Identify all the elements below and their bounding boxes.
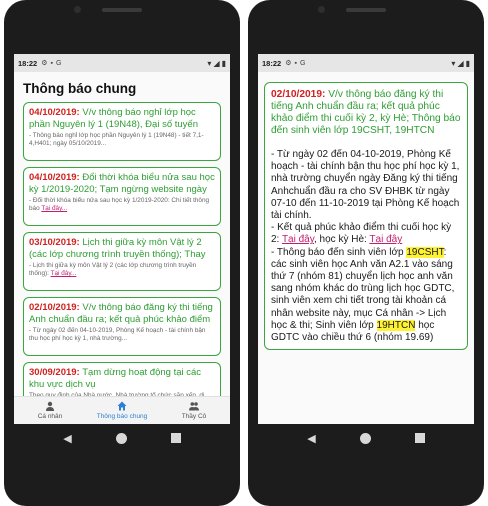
system-navigation-bar: ◀ [248,424,484,452]
card-date: 03/10/2019: [29,237,80,248]
detail-view: 02/10/2019: V/v thông báo đăng ký thi ti… [258,72,474,360]
detail-text: , học kỳ Hè: [314,234,370,246]
notification-list: 04/10/2019: V/v thông báo nghỉ lớp học p… [14,102,230,414]
tab-personal[interactable]: Cá nhân [14,397,86,424]
card-link[interactable]: Tại đây... [41,205,67,212]
back-icon[interactable]: ◀ [307,432,315,445]
tab-announcements[interactable]: Thông báo chung [86,397,158,424]
person-icon [46,401,54,411]
status-bar: 18:22 ⚙ ▪ G ▾ ◢ ▮ [258,54,474,72]
sim-icon: ▪ [294,59,297,67]
card-headline: 03/10/2019: Lịch thi giữa kỳ môn Vật lý … [29,237,215,260]
card-headline: 04/10/2019: V/v thông báo nghỉ lớp học p… [29,107,215,130]
settings-icon: ⚙ [285,60,292,67]
wifi-icon: ▾ [451,58,456,68]
card-link[interactable]: Tại đây... [51,270,77,277]
notification-card[interactable]: 03/10/2019: Lịch thi giữa kỳ môn Vật lý … [23,232,221,291]
speaker-grille [346,8,386,12]
detail-text: : các sinh viên học Anh văn A2.1 vào sán… [271,246,455,331]
settings-icon: ⚙ [41,60,48,67]
card-summary: - Từ ngày 02 đến 04-10-2019, Phòng Kế ho… [29,327,215,344]
system-navigation-bar: ◀ [4,424,240,452]
front-camera [74,6,81,13]
bottom-navigation: Cá nhân Thông báo chung Thầy Cô [14,396,230,424]
card-date: 02/10/2019: [29,302,80,313]
people-icon [189,402,199,411]
status-bar: 18:22 ⚙ ▪ G ▾ ◢ ▮ [14,54,230,72]
card-summary-text: - Từ ngày 02 đến 04-10-2019, Phòng Kế ho… [29,327,206,342]
wifi-icon: ▾ [207,58,212,68]
home-icon [117,401,127,411]
notification-card[interactable]: 04/10/2019: V/v thông báo nghỉ lớp học p… [23,102,221,161]
card-date: 04/10/2019: [29,107,80,118]
tab-teachers[interactable]: Thầy Cô [158,397,230,424]
back-icon[interactable]: ◀ [63,432,71,445]
notification-card[interactable]: 04/10/2019: Đổi thời khóa biểu nửa sau h… [23,167,221,226]
card-summary-text: - Thông báo nghỉ lớp học phần Nguyên lý … [29,132,204,147]
card-summary: - Đổi thời khóa biểu nửa sau học kỳ 1/20… [29,197,215,214]
highlighted-class-code: 19CSHT [406,246,444,258]
home-button-icon[interactable] [359,432,371,444]
notification-card[interactable]: 02/10/2019: V/v thông báo đăng ký thi ti… [23,297,221,356]
signal-icon: ◢ [457,58,464,68]
battery-icon: ▮ [465,58,470,68]
signal-icon: ◢ [213,58,220,68]
home-button-icon[interactable] [115,432,127,444]
card-headline: 04/10/2019: Đổi thời khóa biểu nửa sau h… [29,172,215,195]
google-icon: G [55,59,62,67]
left-screen: 18:22 ⚙ ▪ G ▾ ◢ ▮ Thông báo chung 04/10/… [14,54,230,424]
tab-label: Cá nhân [37,413,63,420]
detail-headline: 02/10/2019: V/v thông báo đăng ký thi ti… [271,89,461,137]
page-title: Thông báo chung [23,81,137,96]
card-date: 30/09/2019: [29,367,80,378]
sim-icon: ▪ [50,59,53,67]
detail-text: - Thông báo đến sinh viên lớp [271,246,407,258]
recent-apps-icon[interactable] [414,433,425,443]
front-camera [318,6,325,13]
google-icon: G [299,59,306,67]
tab-label: Thông báo chung [96,413,148,420]
card-headline: 02/10/2019: V/v thông báo đăng ký thi ti… [29,302,215,325]
tab-label: Thầy Cô [181,413,207,420]
detail-paragraph: - Từ ngày 02 đến 04-10-2019, Phòng Kế ho… [271,149,460,222]
status-time: 18:22 [262,58,282,68]
notification-detail-card: 02/10/2019: V/v thông báo đăng ký thi ti… [264,82,468,351]
speaker-grille [102,8,142,12]
card-date: 04/10/2019: [29,172,80,183]
detail-link[interactable]: Tại đây [282,234,314,245]
status-time: 18:22 [18,58,38,68]
highlighted-class-code: 19HTCN [376,319,416,331]
detail-paragraph: - Thông báo đến sinh viên lớp 19CSHT: cá… [271,246,461,345]
detail-date: 02/10/2019: [271,89,326,100]
left-phone: 18:22 ⚙ ▪ G ▾ ◢ ▮ Thông báo chung 04/10/… [4,0,240,506]
battery-icon: ▮ [221,58,226,68]
card-headline: 30/09/2019: Tạm dừng hoạt động tại các k… [29,367,215,390]
card-summary: - Thông báo nghỉ lớp học phần Nguyên lý … [29,132,215,149]
card-summary: - Lịch thi giữa kỳ môn Vật lý 2 (các lớp… [29,262,215,279]
right-phone: 18:22 ⚙ ▪ G ▾ ◢ ▮ 02/10/2019: V/v thông … [248,0,484,506]
detail-body: - Từ ngày 02 đến 04-10-2019, Phòng Kế ho… [271,149,461,344]
recent-apps-icon[interactable] [170,433,181,443]
detail-paragraph: - Kết quả phúc khảo điểm thi cuối học kỳ… [271,222,461,246]
detail-link[interactable]: Tại đây [369,234,402,245]
right-screen: 18:22 ⚙ ▪ G ▾ ◢ ▮ 02/10/2019: V/v thông … [258,54,474,424]
